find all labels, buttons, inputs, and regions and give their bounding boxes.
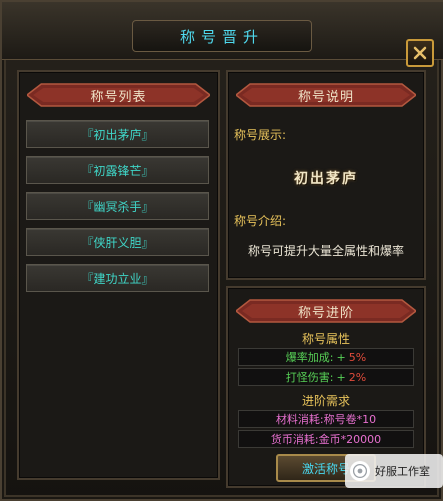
stat-name: 爆率加成:	[285, 351, 334, 364]
close-button[interactable]	[406, 39, 434, 67]
intro-label: 称号介绍:	[234, 214, 287, 228]
title-advance-header: 称号进阶	[236, 298, 416, 324]
list-item[interactable]: 『初出茅庐』	[26, 120, 209, 148]
close-icon	[413, 46, 427, 60]
material-requirement: 材料消耗:称号卷*10	[238, 410, 414, 428]
title-info-panel: 称号说明 称号展示: 初出茅庐 称号介绍: 称号可提升大量全属性和爆率	[226, 70, 426, 280]
stat-plus: +	[336, 370, 346, 384]
title-info-header: 称号说明	[236, 82, 416, 108]
stat-value: 5%	[348, 350, 367, 364]
requirement-heading: 进阶需求	[301, 394, 350, 408]
title-advance-label: 称号进阶	[297, 305, 354, 321]
list-item[interactable]: 『幽冥杀手』	[26, 192, 209, 220]
currency-requirement: 货币消耗:金币*20000	[238, 430, 414, 448]
list-item[interactable]: 『建功立业』	[26, 264, 209, 292]
title-preview: 初出茅庐	[294, 171, 358, 187]
title-info-label: 称号说明	[297, 89, 354, 105]
title-promotion-window: 称号晋升 称号列表 『初出茅庐』 『初露锋芒』 『幽冥杀手』 『侠肝义胆』 『建…	[0, 0, 443, 501]
intro-text: 称号可提升大量全属性和爆率	[247, 244, 404, 258]
title-list-header: 称号列表	[27, 82, 210, 108]
list-item[interactable]: 『侠肝义胆』	[26, 228, 209, 256]
stat-name: 打怪伤害:	[285, 371, 334, 384]
stat-value: 2%	[348, 370, 367, 384]
wechat-logo-icon	[350, 461, 370, 481]
title-list-label: 称号列表	[90, 89, 147, 105]
requirement-text: 材料消耗:称号卷*10	[275, 413, 377, 426]
attribute-heading: 称号属性	[301, 332, 350, 346]
requirement-text: 货币消耗:金币*20000	[270, 433, 382, 446]
window-title: 称号晋升	[179, 27, 264, 46]
title-list: 『初出茅庐』 『初露锋芒』 『幽冥杀手』 『侠肝义胆』 『建功立业』	[26, 120, 209, 300]
watermark-text: 好服工作室	[375, 465, 430, 478]
window-title-bar: 称号晋升	[2, 2, 443, 60]
stat-plus: +	[336, 350, 346, 364]
display-label: 称号展示:	[234, 128, 287, 142]
list-item[interactable]: 『初露锋芒』	[26, 156, 209, 184]
title-plaque: 称号晋升	[132, 20, 312, 52]
watermark: 好服工作室	[345, 454, 443, 488]
title-list-panel: 称号列表 『初出茅庐』 『初露锋芒』 『幽冥杀手』 『侠肝义胆』 『建功立业』	[17, 70, 220, 480]
stat-row-damage: 打怪伤害: + 2%	[238, 368, 414, 386]
stat-row-drop-rate: 爆率加成: + 5%	[238, 348, 414, 366]
